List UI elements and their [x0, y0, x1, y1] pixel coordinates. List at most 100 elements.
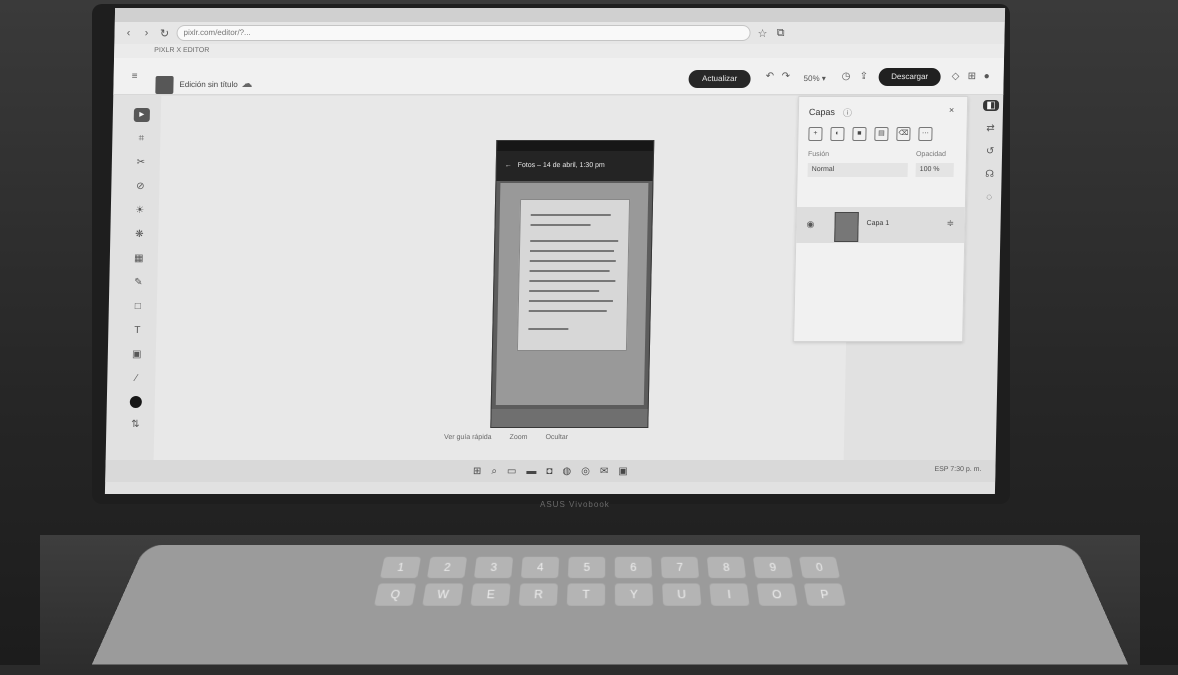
key[interactable]: 4 — [520, 556, 560, 579]
mask-icon[interactable]: ◐ — [830, 127, 845, 141]
doc-line — [530, 240, 619, 242]
store-icon[interactable]: ◘ — [546, 466, 552, 477]
help-icon[interactable]: ⓘ — [843, 106, 852, 119]
image-tool-icon[interactable]: ▣ — [129, 348, 145, 362]
account-icon[interactable]: ● — [984, 71, 990, 82]
start-icon[interactable]: ⊞ — [473, 466, 482, 477]
key[interactable]: 0 — [799, 556, 840, 579]
hide-link[interactable]: Ocultar — [545, 434, 568, 441]
close-icon[interactable]: × — [949, 105, 954, 115]
retouch-tool-icon[interactable]: ⊘ — [132, 180, 148, 194]
draw-tool-icon[interactable]: ✎ — [130, 276, 146, 290]
comments-icon[interactable]: ☊ — [985, 169, 994, 180]
phone-screenshot-image[interactable]: ← Fotos – 14 de abril, 1:30 pm — [490, 140, 655, 428]
crop-tool-icon[interactable]: ⌗ — [133, 132, 149, 146]
doc-line — [528, 310, 607, 312]
zoom-select[interactable]: 50% ▾ — [804, 74, 826, 83]
properties-icon[interactable]: ⇄ — [986, 123, 995, 134]
download-button[interactable]: Descargar — [878, 68, 941, 86]
adjust-tool-icon[interactable]: ☀ — [132, 204, 148, 218]
undo-icon[interactable]: ↶ — [766, 71, 775, 82]
browser-tab-strip[interactable] — [114, 8, 1006, 22]
share-icon[interactable]: ⇪ — [860, 71, 869, 82]
chrome-icon[interactable]: ◎ — [581, 466, 590, 477]
key[interactable]: E — [470, 583, 511, 606]
app-icon[interactable]: ▣ — [618, 466, 628, 477]
system-tray[interactable]: ESP 7:30 p. m. — [934, 466, 981, 473]
key[interactable]: I — [709, 583, 750, 606]
key[interactable]: O — [756, 583, 798, 606]
settings-icon[interactable]: ◇ — [952, 71, 960, 82]
address-bar[interactable]: pixlr.com/editor/?... — [176, 25, 751, 41]
layer-options-icon[interactable]: ≑ — [946, 218, 954, 229]
os-taskbar: ⊞ ⌕ ▭ ▬ ◘ ◍ ◎ ✉ ▣ ESP 7:30 p. m. — [105, 460, 996, 482]
menu-icon[interactable]: ≡ — [132, 71, 138, 82]
duplicate-icon[interactable]: ■ — [852, 127, 867, 141]
document-title[interactable]: Edición sin título — [179, 80, 237, 89]
layer-name: Capa 1 — [866, 220, 890, 227]
group-icon[interactable]: ▤ — [874, 127, 889, 141]
key[interactable]: 7 — [660, 556, 700, 579]
key[interactable]: Q — [374, 583, 417, 606]
blend-mode-select[interactable]: Normal — [807, 163, 908, 177]
layer-actions: + ◐ ■ ▤ ⌫ ⋯ — [808, 127, 933, 141]
cutout-tool-icon[interactable]: ✂ — [133, 156, 149, 170]
swap-colors-icon[interactable]: ⇅ — [127, 418, 143, 432]
layers-panel: Capas ⓘ × + ◐ ■ ▤ ⌫ ⋯ Fusión Opacidad No… — [793, 96, 969, 342]
browser-icon[interactable]: ◍ — [562, 466, 571, 477]
extensions-icon[interactable]: ⧉ — [774, 27, 786, 40]
bookmark-item[interactable]: PIXLR X EDITOR — [154, 47, 209, 54]
key[interactable]: R — [518, 583, 558, 606]
key[interactable]: U — [662, 583, 702, 606]
quick-guide-link[interactable]: Ver guía rápida — [444, 434, 492, 441]
color-swatch[interactable] — [129, 396, 142, 408]
key[interactable]: 9 — [752, 556, 794, 579]
back-icon[interactable]: ‹ — [122, 27, 134, 39]
reload-icon[interactable]: ↻ — [158, 27, 170, 40]
redo-icon[interactable]: ↷ — [782, 71, 791, 82]
key[interactable]: 1 — [380, 556, 421, 579]
doc-line — [529, 250, 615, 252]
right-rail: ◧ ⇄ ↺ ☊ ◌ — [975, 96, 1003, 300]
key[interactable]: T — [566, 583, 606, 606]
layer-row[interactable]: ◉ Capa 1 ≑ — [796, 207, 965, 243]
document-photo — [516, 199, 631, 351]
more-icon[interactable]: ⋯ — [918, 127, 933, 141]
history-icon[interactable]: ◷ — [842, 71, 851, 82]
effects-tool-icon[interactable]: ▦ — [131, 252, 147, 266]
filter-tool-icon[interactable]: ❋ — [131, 228, 147, 242]
laptop-screen: ‹ › ↻ pixlr.com/editor/?... ☆ ⧉ PIXLR X … — [104, 8, 1006, 494]
taskview-icon[interactable]: ▭ — [507, 466, 517, 477]
key[interactable]: 2 — [426, 556, 468, 579]
visibility-eye-icon[interactable]: ◉ — [806, 219, 814, 230]
key[interactable]: 3 — [473, 556, 514, 579]
history-panel-icon[interactable]: ↺ — [986, 146, 995, 157]
forward-icon[interactable]: › — [140, 27, 152, 39]
shape-tool-icon[interactable]: □ — [130, 300, 146, 314]
upgrade-button[interactable]: Actualizar — [688, 70, 751, 88]
star-icon[interactable]: ☆ — [756, 27, 768, 40]
phone-header: ← Fotos – 14 de abril, 1:30 pm — [496, 151, 654, 181]
editor-canvas[interactable]: ← Fotos – 14 de abril, 1:30 pm Ver guía … — [153, 96, 852, 476]
key[interactable]: 5 — [567, 556, 606, 579]
add-layer-icon[interactable]: + — [808, 127, 823, 141]
key[interactable]: W — [422, 583, 464, 606]
search-icon[interactable]: ⌕ — [491, 466, 497, 477]
key[interactable]: 8 — [706, 556, 747, 579]
delete-icon[interactable]: ⌫ — [896, 127, 911, 141]
document-thumbnail — [155, 76, 174, 94]
key[interactable]: Y — [614, 583, 654, 606]
apps-grid-icon[interactable]: ⊞ — [968, 71, 977, 82]
key[interactable]: P — [803, 583, 846, 606]
chat-icon[interactable]: ◌ — [986, 192, 992, 203]
laptop-body: ‹ › ↻ pixlr.com/editor/?... ☆ ⧉ PIXLR X … — [0, 0, 1178, 675]
mail-icon[interactable]: ✉ — [600, 466, 609, 477]
zoom-link[interactable]: Zoom — [510, 434, 528, 441]
key[interactable]: 6 — [614, 556, 653, 579]
layers-icon[interactable]: ◧ — [982, 100, 1000, 111]
opacity-input[interactable]: 100 % — [915, 163, 954, 177]
text-tool-icon[interactable]: T — [129, 324, 145, 338]
eyedropper-tool-icon[interactable]: ∕ — [128, 372, 144, 386]
file-explorer-icon[interactable]: ▬ — [526, 466, 536, 477]
arrange-tool-icon[interactable]: ▸ — [133, 108, 150, 122]
